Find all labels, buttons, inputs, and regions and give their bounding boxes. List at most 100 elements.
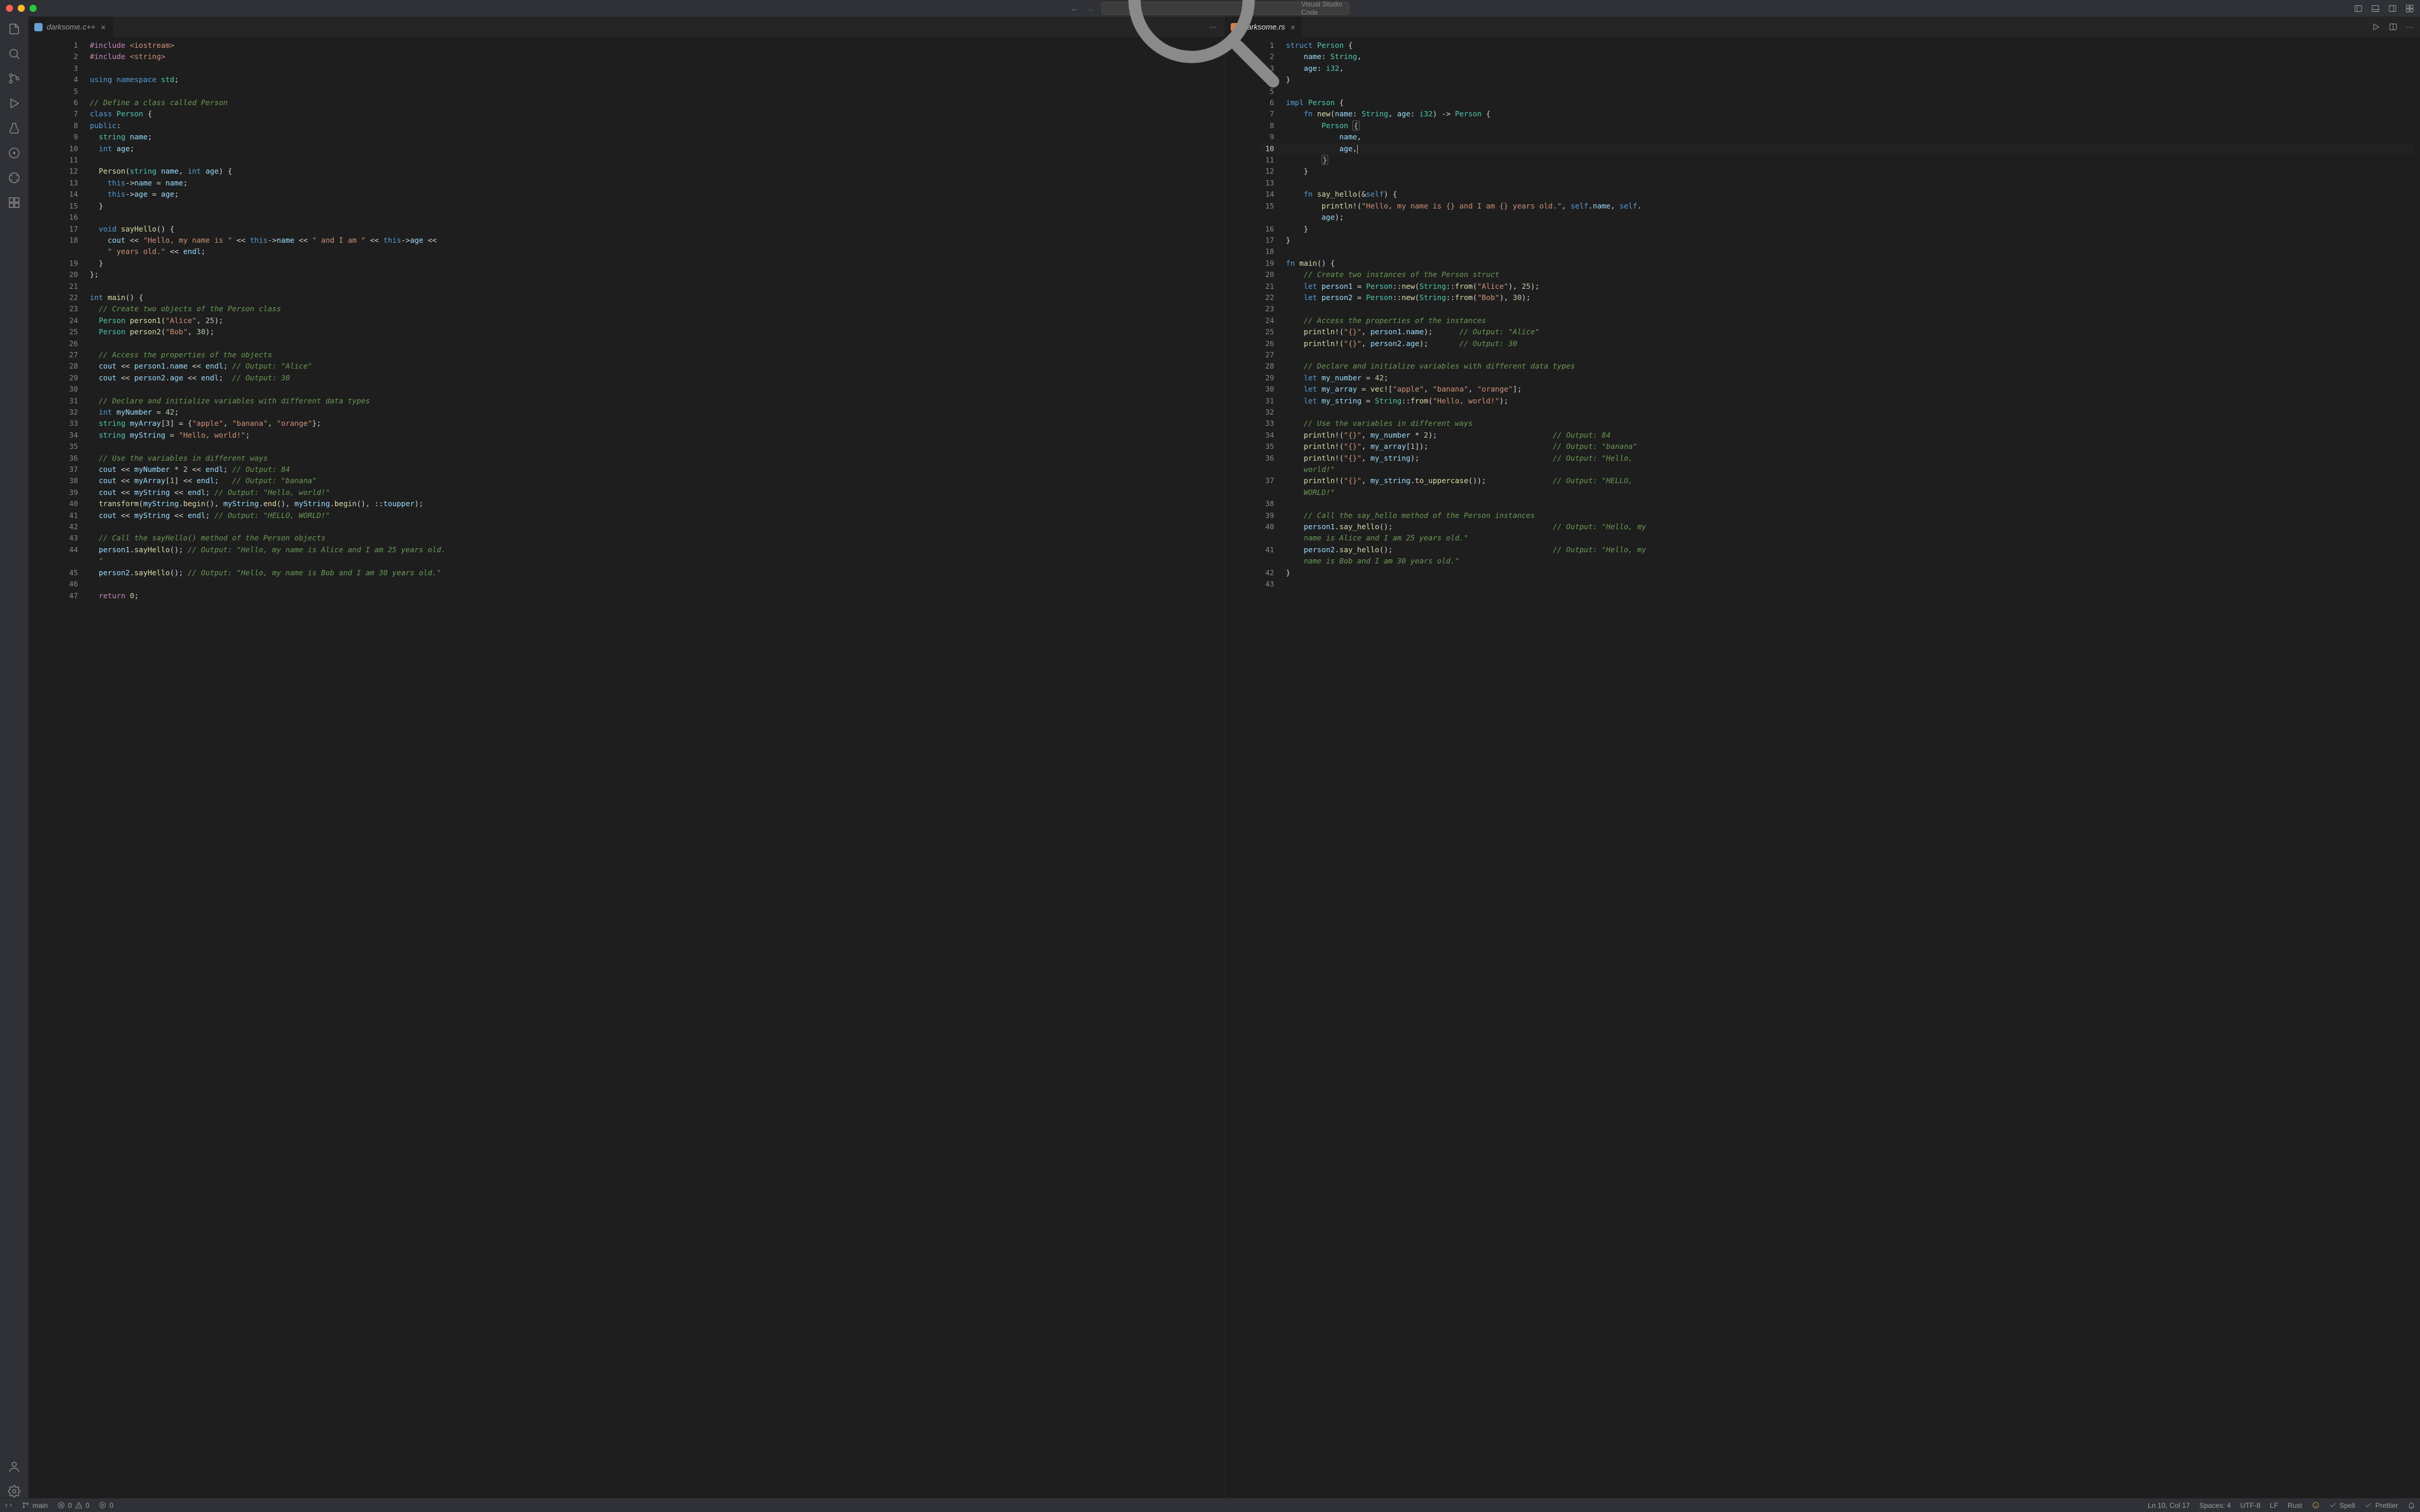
- code-content[interactable]: name is Alice and I am 25 years old.": [1286, 532, 2415, 543]
- code-line[interactable]: 10 int age;: [64, 143, 1218, 154]
- code-content[interactable]: Person person1("Alice", 25);: [90, 315, 1218, 326]
- code-content[interactable]: [90, 338, 1218, 349]
- code-line[interactable]: 39 cout << myString << endl; // Output: …: [64, 487, 1218, 498]
- language-mode[interactable]: Rust: [2288, 1501, 2302, 1510]
- code-line[interactable]: 23 // Create two objects of the Person c…: [64, 303, 1218, 314]
- code-line[interactable]: 31 // Declare and initialize variables w…: [64, 395, 1218, 406]
- code-content[interactable]: this->name = name;: [90, 177, 1218, 188]
- code-line[interactable]: 5: [1260, 86, 2415, 97]
- code-content[interactable]: [90, 63, 1218, 74]
- code-content[interactable]: cout << myArray[1] << endl; // Output: "…: [90, 475, 1218, 486]
- code-line[interactable]: 25 Person person2("Bob", 30);: [64, 326, 1218, 337]
- code-line[interactable]: 20};: [64, 269, 1218, 280]
- code-content[interactable]: string myArray[3] = {"apple", "banana", …: [90, 418, 1218, 429]
- code-content[interactable]: // Call the say_hello method of the Pers…: [1286, 510, 2415, 521]
- code-line[interactable]: 47 return 0;: [64, 590, 1218, 601]
- code-line[interactable]: 46: [64, 578, 1218, 589]
- code-line[interactable]: 5: [64, 86, 1218, 97]
- code-line[interactable]: 32: [1260, 406, 2415, 418]
- code-line[interactable]: 41 cout << myString << endl; // Output: …: [64, 510, 1218, 521]
- code-line[interactable]: 37 cout << myNumber * 2 << endl; // Outp…: [64, 464, 1218, 475]
- code-content[interactable]: }: [1286, 223, 2415, 234]
- code-line[interactable]: 17 void sayHello() {: [64, 223, 1218, 234]
- code-content[interactable]: cout << myString << endl; // Output: "He…: [90, 487, 1218, 498]
- code-content[interactable]: }: [1286, 567, 2415, 578]
- layout-sidebar-left-icon[interactable]: [2354, 4, 2363, 13]
- code-content[interactable]: }: [1286, 74, 2415, 85]
- testing-icon[interactable]: [0, 122, 28, 135]
- nav-back-icon[interactable]: ←: [1071, 4, 1079, 13]
- code-content[interactable]: [1286, 406, 2415, 418]
- code-content[interactable]: impl Person {: [1286, 97, 2415, 108]
- code-content[interactable]: this->age = age;: [90, 188, 1218, 200]
- code-content[interactable]: fn new(name: String, age: i32) -> Person…: [1286, 108, 2415, 119]
- code-content[interactable]: cout << person1.name << endl; // Output:…: [90, 360, 1218, 372]
- code-line[interactable]: 6// Define a class called Person: [64, 97, 1218, 108]
- code-content[interactable]: int myNumber = 42;: [90, 406, 1218, 418]
- code-line[interactable]: 12 Person(string name, int age) {: [64, 165, 1218, 177]
- code-content[interactable]: ": [90, 555, 1218, 566]
- code-content[interactable]: println!("{}", person1.name); // Output:…: [1286, 326, 2415, 337]
- tab-darksome-cpp[interactable]: darksome.c++ ×: [28, 17, 113, 37]
- code-content[interactable]: [90, 578, 1218, 589]
- code-line[interactable]: 35: [64, 441, 1218, 452]
- code-content[interactable]: age,: [1286, 143, 2415, 154]
- code-content[interactable]: #include <iostream>: [90, 40, 1218, 51]
- code-content[interactable]: cout << myString << endl; // Output: "HE…: [90, 510, 1218, 521]
- code-line[interactable]: 3: [64, 63, 1218, 74]
- code-area-right[interactable]: 1struct Person {2 name: String,3 age: i3…: [1225, 37, 2420, 1498]
- code-content[interactable]: }: [1286, 234, 2415, 246]
- source-control-icon[interactable]: [0, 72, 28, 85]
- notifications-icon[interactable]: [2408, 1501, 2415, 1509]
- code-line[interactable]: 19 }: [64, 258, 1218, 269]
- code-line[interactable]: 42}: [1260, 567, 2415, 578]
- code-line[interactable]: 15 println!("Hello, my name is {} and I …: [1260, 200, 2415, 211]
- code-content[interactable]: string name;: [90, 131, 1218, 142]
- code-content[interactable]: #include <string>: [90, 51, 1218, 62]
- code-content[interactable]: println!("{}", my_array[1]); // Output: …: [1286, 441, 2415, 452]
- code-content[interactable]: [90, 86, 1218, 97]
- code-content[interactable]: [1286, 177, 2415, 188]
- minimize-window-button[interactable]: [18, 5, 25, 12]
- prettier-status[interactable]: Prettier: [2364, 1501, 2398, 1510]
- code-content[interactable]: transform(myString.begin(), myString.end…: [90, 498, 1218, 509]
- extension-circle-icon[interactable]: [0, 146, 28, 159]
- code-area-left[interactable]: 1#include <iostream>2#include <string>34…: [28, 37, 1224, 1498]
- code-line[interactable]: 36 println!("{}", my_string); // Output:…: [1260, 452, 2415, 464]
- code-line[interactable]: 16: [64, 211, 1218, 223]
- code-line[interactable]: 14 this->age = age;: [64, 188, 1218, 200]
- code-line[interactable]: 22int main() {: [64, 292, 1218, 303]
- code-content[interactable]: cout << person2.age << endl; // Output: …: [90, 372, 1218, 383]
- code-line[interactable]: 36 // Use the variables in different way…: [64, 452, 1218, 464]
- git-branch-indicator[interactable]: main: [22, 1501, 48, 1510]
- editor-more-actions-icon[interactable]: ⋯: [2406, 23, 2413, 31]
- code-content[interactable]: return 0;: [90, 590, 1218, 601]
- code-line[interactable]: 33 string myArray[3] = {"apple", "banana…: [64, 418, 1218, 429]
- code-content[interactable]: }: [1286, 165, 2415, 177]
- code-content[interactable]: class Person {: [90, 108, 1218, 119]
- code-content[interactable]: println!("{}", person2.age); // Output: …: [1286, 338, 2415, 349]
- code-line[interactable]: 26: [64, 338, 1218, 349]
- code-line[interactable]: 38: [1260, 498, 2415, 509]
- code-line[interactable]: 8 Person {: [1260, 120, 2415, 131]
- code-content[interactable]: void sayHello() {: [90, 223, 1218, 234]
- code-line[interactable]: 42: [64, 521, 1218, 532]
- code-content[interactable]: let my_string = String::from("Hello, wor…: [1286, 395, 2415, 406]
- code-line[interactable]: 6impl Person {: [1260, 97, 2415, 108]
- cursor-position[interactable]: Ln 10, Col 17: [2148, 1501, 2190, 1510]
- code-content[interactable]: }: [1286, 154, 2415, 165]
- code-content[interactable]: // Use the variables in different ways: [90, 452, 1218, 464]
- code-content[interactable]: // Define a class called Person: [90, 97, 1218, 108]
- code-content[interactable]: println!("Hello, my name is {} and I am …: [1286, 200, 2415, 211]
- code-line[interactable]: name is Alice and I am 25 years old.": [1260, 532, 2415, 543]
- encoding-status[interactable]: UTF-8: [2240, 1501, 2260, 1510]
- close-tab-icon[interactable]: ×: [99, 22, 106, 32]
- code-content[interactable]: cout << "Hello, my name is " << this->na…: [90, 234, 1218, 246]
- run-debug-icon[interactable]: [0, 97, 28, 110]
- code-line[interactable]: 29 cout << person2.age << endl; // Outpu…: [64, 372, 1218, 383]
- code-line[interactable]: 14 fn say_hello(&self) {: [1260, 188, 2415, 200]
- nav-forward-icon[interactable]: →: [1086, 4, 1094, 13]
- code-line[interactable]: 13: [1260, 177, 2415, 188]
- spell-status[interactable]: Spell: [2329, 1501, 2356, 1510]
- explorer-icon[interactable]: [0, 22, 28, 35]
